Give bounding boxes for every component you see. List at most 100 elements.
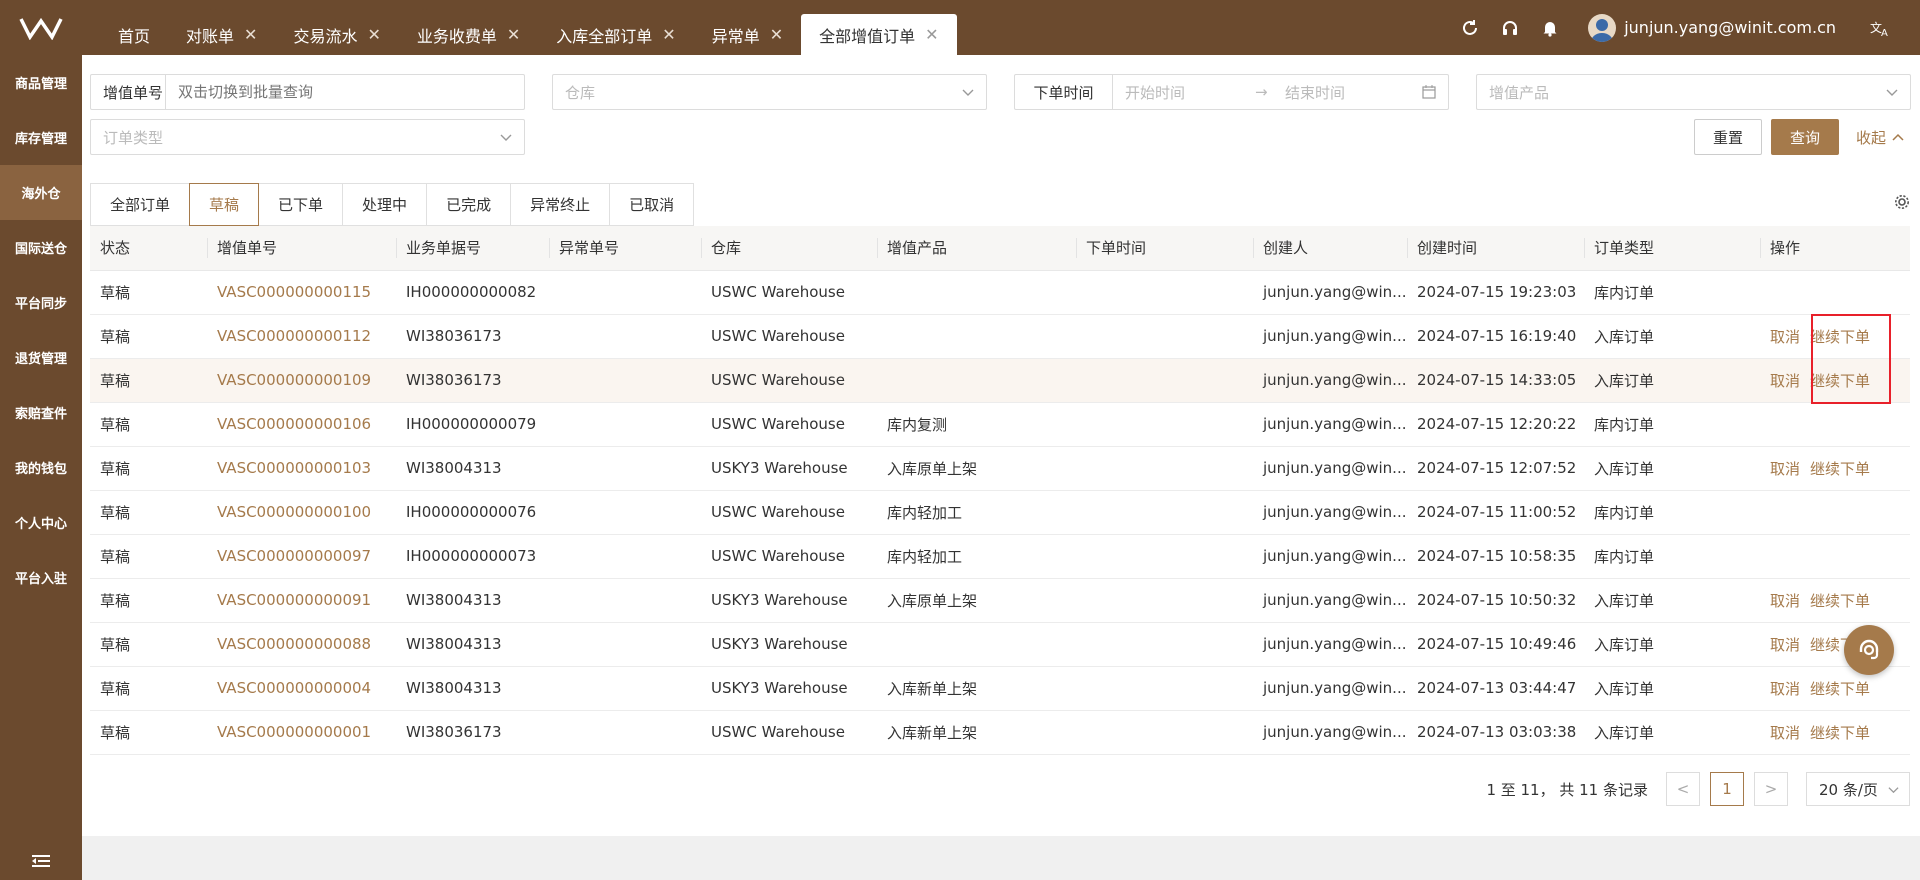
table-row[interactable]: 草稿 VASC000000000115 IH000000000082 USWC War… <box>90 270 1910 315</box>
table-row[interactable]: 草稿 VASC000000000091 WI38004313 USKY3 Wareho… <box>90 578 1910 623</box>
cell-vas-no[interactable]: VASC000000000004 <box>207 666 396 711</box>
prev-page-button[interactable]: < <box>1666 772 1700 806</box>
gear-icon[interactable] <box>1894 194 1910 214</box>
vas-no-link[interactable]: VASC000000000109 <box>217 371 371 389</box>
sidebar-item-6[interactable]: 索赔查件 <box>0 385 82 440</box>
cell-vas-no[interactable]: VASC000000000088 <box>207 622 396 667</box>
table-row[interactable]: 草稿 VASC000000000100 IH000000000076 USWC War… <box>90 490 1910 535</box>
table-row[interactable]: 草稿 VASC000000000004 WI38004313 USKY3 Wareho… <box>90 666 1910 711</box>
customer-service-button[interactable] <box>1844 625 1894 675</box>
cell-vas-no[interactable]: VASC000000000001 <box>207 710 396 755</box>
menu-collapse-icon[interactable] <box>0 854 82 868</box>
reset-button[interactable]: 重置 <box>1694 119 1762 155</box>
next-page-button[interactable]: > <box>1754 772 1788 806</box>
cell-vas-no[interactable]: VASC000000000112 <box>207 314 396 359</box>
tab-3[interactable]: 业务收费单 ✕ <box>399 14 538 55</box>
product-select[interactable]: 增值产品 <box>1476 74 1911 110</box>
close-icon[interactable]: ✕ <box>925 25 938 44</box>
cell-creator: junjun.yang@win... <box>1253 666 1407 711</box>
sidebar-item-4[interactable]: 平台同步 <box>0 275 82 330</box>
sidebar-item-8[interactable]: 个人中心 <box>0 495 82 550</box>
vas-no-link[interactable]: VASC000000000100 <box>217 503 371 521</box>
cell-vas-no[interactable]: VASC000000000115 <box>207 270 396 315</box>
close-icon[interactable]: ✕ <box>770 25 783 44</box>
cancel-link[interactable]: 取消 <box>1770 460 1800 478</box>
calendar-icon[interactable] <box>1422 85 1436 99</box>
table-row[interactable]: 草稿 VASC000000000097 IH000000000073 USWC War… <box>90 534 1910 579</box>
table-row[interactable]: 草稿 VASC000000000112 WI38036173 USWC Warehou… <box>90 314 1910 359</box>
status-tab-4[interactable]: 已完成 <box>426 183 511 226</box>
table-row[interactable]: 草稿 VASC000000000109 WI38036173 USWC Warehou… <box>90 358 1910 403</box>
tab-4[interactable]: 入库全部订单 ✕ <box>538 14 693 55</box>
table-row[interactable]: 草稿 VASC000000000001 WI38036173 USWC Warehou… <box>90 710 1910 755</box>
close-icon[interactable]: ✕ <box>367 25 380 44</box>
user-email[interactable]: junjun.yang@winit.com.cn <box>1624 18 1836 37</box>
avatar[interactable] <box>1588 13 1617 42</box>
search-type-select[interactable]: 增值单号 <box>91 75 166 109</box>
vas-no-link[interactable]: VASC000000000088 <box>217 635 371 653</box>
cell-vas-no[interactable]: VASC000000000100 <box>207 490 396 535</box>
cancel-link[interactable]: 取消 <box>1770 636 1800 654</box>
table-row[interactable]: 草稿 VASC000000000103 WI38004313 USKY3 Wareho… <box>90 446 1910 491</box>
cell-vas-no[interactable]: VASC000000000097 <box>207 534 396 579</box>
cancel-link[interactable]: 取消 <box>1770 372 1800 390</box>
cancel-link[interactable]: 取消 <box>1770 724 1800 742</box>
tab-2[interactable]: 交易流水 ✕ <box>275 14 398 55</box>
cell-vas-no[interactable]: VASC000000000109 <box>207 358 396 403</box>
sidebar-item-9[interactable]: 平台入驻 <box>0 550 82 605</box>
page-number-button[interactable]: 1 <box>1710 772 1744 806</box>
vas-no-link[interactable]: VASC000000000103 <box>217 459 371 477</box>
continue-order-link[interactable]: 继续下单 <box>1810 724 1870 742</box>
status-tab-5[interactable]: 异常终止 <box>510 183 610 226</box>
page-size-select[interactable]: 20 条/页 <box>1806 772 1910 806</box>
vas-no-link[interactable]: VASC000000000106 <box>217 415 371 433</box>
status-tab-3[interactable]: 处理中 <box>342 183 427 226</box>
end-time-input[interactable]: 结束时间 <box>1285 82 1415 103</box>
vas-no-link[interactable]: VASC000000000097 <box>217 547 371 565</box>
table-row[interactable]: 草稿 VASC000000000106 IH000000000079 USWC War… <box>90 402 1910 447</box>
tab-5[interactable]: 异常单 ✕ <box>694 14 801 55</box>
cell-vas-no[interactable]: VASC000000000103 <box>207 446 396 491</box>
continue-order-link[interactable]: 继续下单 <box>1810 680 1870 698</box>
sidebar-item-2[interactable]: 海外仓 <box>0 165 82 220</box>
table-row[interactable]: 草稿 VASC000000000088 WI38004313 USKY3 Wareho… <box>90 622 1910 667</box>
tab-6[interactable]: 全部增值订单 ✕ <box>801 14 957 55</box>
tab-1[interactable]: 对账单 ✕ <box>168 14 275 55</box>
tab-0[interactable]: 首页 <box>100 14 168 55</box>
search-input[interactable] <box>178 83 498 101</box>
refresh-icon[interactable] <box>1450 0 1490 55</box>
cancel-link[interactable]: 取消 <box>1770 328 1800 346</box>
continue-order-link[interactable]: 继续下单 <box>1810 460 1870 478</box>
sidebar-item-3[interactable]: 国际送仓 <box>0 220 82 275</box>
vas-no-link[interactable]: VASC000000000115 <box>217 283 371 301</box>
cancel-link[interactable]: 取消 <box>1770 592 1800 610</box>
sidebar-item-5[interactable]: 退货管理 <box>0 330 82 385</box>
close-icon[interactable]: ✕ <box>507 25 520 44</box>
collapse-toggle[interactable]: 收起 <box>1856 119 1904 155</box>
status-tab-2[interactable]: 已下单 <box>259 183 343 226</box>
warehouse-select[interactable]: 仓库 <box>552 74 987 110</box>
continue-order-link[interactable]: 继续下单 <box>1810 592 1870 610</box>
vas-no-link[interactable]: VASC000000000004 <box>217 679 371 697</box>
close-icon[interactable]: ✕ <box>662 25 675 44</box>
vas-no-link[interactable]: VASC000000000001 <box>217 723 371 741</box>
start-time-input[interactable]: 开始时间 <box>1125 82 1255 103</box>
order-type-select[interactable]: 订单类型 <box>90 119 525 155</box>
close-icon[interactable]: ✕ <box>244 25 257 44</box>
translate-icon[interactable]: 文A <box>1860 0 1900 55</box>
sidebar-item-7[interactable]: 我的钱包 <box>0 440 82 495</box>
cancel-link[interactable]: 取消 <box>1770 680 1800 698</box>
winit-logo[interactable] <box>0 0 82 55</box>
bell-icon[interactable] <box>1530 0 1570 55</box>
headset-icon[interactable] <box>1490 0 1530 55</box>
sidebar-item-1[interactable]: 库存管理 <box>0 110 82 165</box>
status-tab-1[interactable]: 草稿 <box>189 183 260 226</box>
query-button[interactable]: 查询 <box>1771 119 1839 155</box>
sidebar-item-0[interactable]: 商品管理 <box>0 55 82 110</box>
cell-vas-no[interactable]: VASC000000000091 <box>207 578 396 623</box>
status-tab-0[interactable]: 全部订单 <box>90 183 190 226</box>
vas-no-link[interactable]: VASC000000000112 <box>217 327 371 345</box>
vas-no-link[interactable]: VASC000000000091 <box>217 591 371 609</box>
status-tab-6[interactable]: 已取消 <box>609 183 695 226</box>
cell-vas-no[interactable]: VASC000000000106 <box>207 402 396 447</box>
